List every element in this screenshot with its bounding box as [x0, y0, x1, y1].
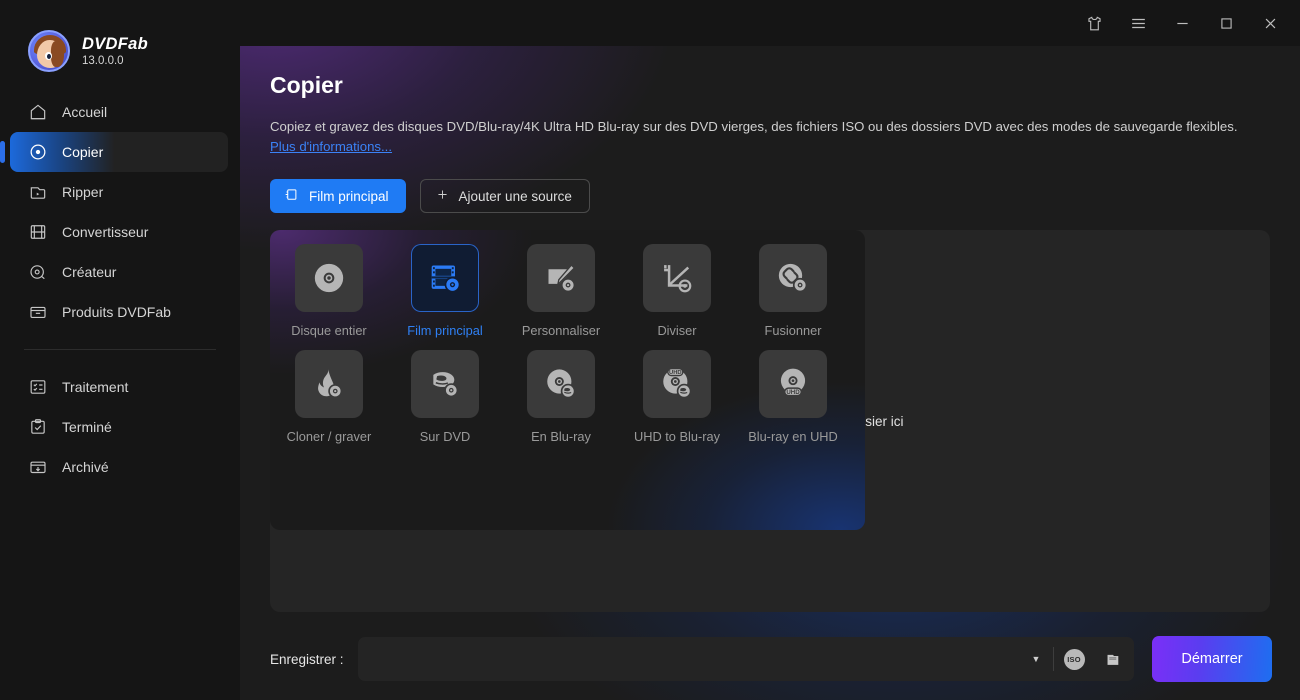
mode-cloner-graver[interactable]: Cloner / graver — [271, 350, 387, 444]
mode-fusionner[interactable]: Fusionner — [735, 244, 851, 338]
sidebar-item-createur[interactable]: Créateur — [10, 252, 228, 292]
mode-label: Blu-ray en UHD — [748, 429, 838, 444]
chevron-down-icon[interactable]: ▼ — [1019, 637, 1053, 681]
sidebar-item-accueil[interactable]: Accueil — [10, 92, 228, 132]
archive-icon — [28, 457, 48, 477]
folder-icon — [1104, 650, 1125, 669]
mode-label: Fusionner — [765, 323, 822, 338]
mode-label: Personnaliser — [522, 323, 600, 338]
plus-icon — [435, 187, 450, 205]
mode-diviser[interactable]: Diviser — [619, 244, 735, 338]
mode-label: En Blu-ray — [531, 429, 591, 444]
mode-label: Diviser — [657, 323, 696, 338]
close-icon[interactable] — [1248, 0, 1292, 46]
mode-personnaliser[interactable]: Personnaliser — [503, 244, 619, 338]
maximize-icon[interactable] — [1204, 0, 1248, 46]
sidebar: DVDFab 13.0.0.0 Accueil — [0, 0, 240, 700]
split-icon — [643, 244, 711, 312]
app-window: DVDFab 13.0.0.0 Accueil — [0, 0, 1300, 700]
mode-sur-dvd[interactable]: Sur DVD — [387, 350, 503, 444]
mode-grid: Disque entier — [270, 244, 865, 444]
tasklist-icon — [28, 377, 48, 397]
main-movie-icon — [411, 244, 479, 312]
sidebar-item-label: Ripper — [62, 184, 103, 200]
merge-icon — [759, 244, 827, 312]
theme-icon[interactable] — [1072, 0, 1116, 46]
mode-label: Sur DVD — [420, 429, 471, 444]
to-dvd-icon — [411, 350, 479, 418]
customize-icon — [527, 244, 595, 312]
sidebar-nav: Accueil Copier Ripper — [0, 92, 240, 487]
iso-output-button[interactable]: ISO — [1054, 637, 1094, 681]
home-icon — [28, 102, 48, 122]
sidebar-item-traitement[interactable]: Traitement — [10, 367, 228, 407]
brand-name: DVDFab — [82, 35, 148, 54]
sidebar-item-label: Convertisseur — [62, 224, 148, 240]
mode-label: UHD to Blu-ray — [634, 429, 720, 444]
sidebar-item-label: Archivé — [62, 459, 109, 475]
page-description-text: Copiez et gravez des disques DVD/Blu-ray… — [270, 119, 1238, 134]
sidebar-divider — [24, 349, 216, 350]
mode-film-principal[interactable]: Film principal — [387, 244, 503, 338]
svg-text:UHD: UHD — [669, 370, 682, 376]
save-path-input[interactable] — [358, 637, 1019, 681]
mode-bluray-en-uhd[interactable]: UHD Blu-ray en UHD — [735, 350, 851, 444]
body-area: u faites glisser un fichier iso ou un do… — [270, 230, 1270, 612]
sidebar-item-ripper[interactable]: Ripper — [10, 172, 228, 212]
to-bluray-icon — [527, 350, 595, 418]
start-button[interactable]: Démarrer — [1152, 636, 1272, 682]
disc-icon — [28, 142, 48, 162]
rip-icon — [28, 182, 48, 202]
folder-output-button[interactable] — [1094, 637, 1134, 681]
brand: DVDFab 13.0.0.0 — [0, 0, 240, 78]
sidebar-item-label: Accueil — [62, 104, 107, 120]
sidebar-item-label: Créateur — [62, 264, 116, 280]
svg-text:UHD: UHD — [786, 389, 800, 396]
creator-icon — [28, 262, 48, 282]
sidebar-item-label: Traitement — [62, 379, 128, 395]
disc-full-icon — [295, 244, 363, 312]
bottom-bar: Enregistrer : ▼ ISO Démarrer — [240, 618, 1300, 700]
mode-label: Cloner / graver — [287, 429, 372, 444]
mode-button-label: Film principal — [309, 189, 389, 204]
clone-burn-icon — [295, 350, 363, 418]
brand-version: 13.0.0.0 — [82, 55, 148, 67]
add-source-label: Ajouter une source — [459, 189, 572, 204]
sidebar-item-copier[interactable]: Copier — [10, 132, 228, 172]
mode-button[interactable]: Film principal — [270, 179, 406, 213]
add-source-button[interactable]: Ajouter une source — [420, 179, 590, 213]
source-button-row: Film principal Ajouter une source — [270, 179, 1270, 213]
iso-badge-label: ISO — [1064, 649, 1085, 670]
sidebar-item-label: Terminé — [62, 419, 112, 435]
uhd-to-bluray-icon: UHD — [643, 350, 711, 418]
menu-icon[interactable] — [1116, 0, 1160, 46]
minimize-icon[interactable] — [1160, 0, 1204, 46]
mode-panel: Disque entier — [270, 230, 865, 530]
save-path-box: ▼ ISO — [358, 637, 1134, 681]
convert-icon — [28, 222, 48, 242]
page-description: Copiez et gravez des disques DVD/Blu-ray… — [270, 117, 1255, 157]
sidebar-item-label: Produits DVDFab — [62, 304, 171, 320]
sidebar-item-archive[interactable]: Archivé — [10, 447, 228, 487]
dvdfab-logo-icon — [28, 30, 70, 72]
content: Copier Copiez et gravez des disques DVD/… — [240, 46, 1300, 618]
mode-en-bluray[interactable]: En Blu-ray — [503, 350, 619, 444]
sidebar-item-label: Copier — [62, 144, 103, 160]
mode-label: Disque entier — [291, 323, 366, 338]
titlebar — [240, 0, 1300, 46]
bluray-to-uhd-icon: UHD — [759, 350, 827, 418]
sidebar-item-termine[interactable]: Terminé — [10, 407, 228, 447]
products-icon — [28, 302, 48, 322]
sidebar-item-convertisseur[interactable]: Convertisseur — [10, 212, 228, 252]
mode-button-icon — [284, 187, 299, 205]
mode-uhd-to-bluray[interactable]: UHD UHD to Blu-ray — [619, 350, 735, 444]
sidebar-item-produits-dvdfab[interactable]: Produits DVDFab — [10, 292, 228, 332]
more-info-link[interactable]: Plus d'informations... — [270, 139, 392, 154]
page-title: Copier — [270, 72, 1270, 99]
clipboard-check-icon — [28, 417, 48, 437]
main-area: Copier Copiez et gravez des disques DVD/… — [240, 0, 1300, 700]
save-label: Enregistrer : — [270, 652, 344, 667]
mode-disque-entier[interactable]: Disque entier — [271, 244, 387, 338]
mode-label: Film principal — [407, 323, 482, 338]
